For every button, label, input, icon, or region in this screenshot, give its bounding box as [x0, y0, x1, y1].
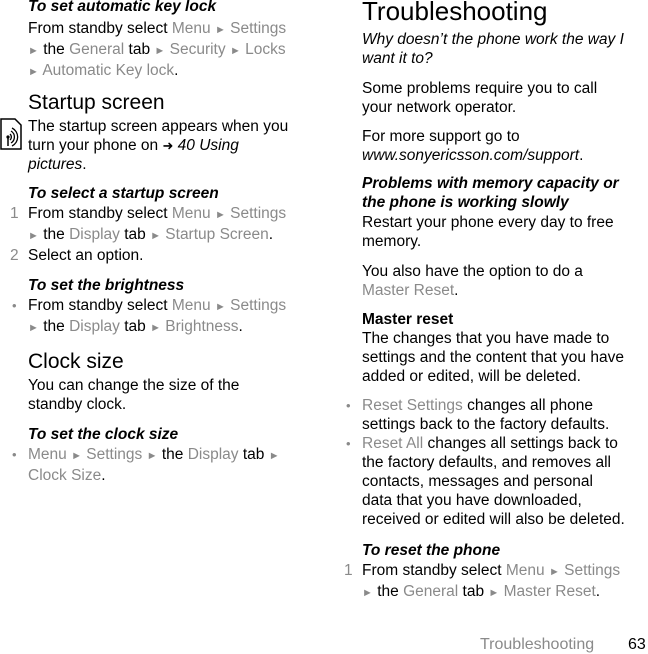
memory-section: Problems with memory capacity or the pho…: [362, 174, 648, 300]
arrow-icon: ►: [229, 45, 241, 57]
memory-body: Restart your phone every day to free mem…: [362, 214, 614, 250]
auto-key-lock-instructions: From standby select Menu ► Settings ► th…: [28, 20, 287, 79]
bullet-item: • From standby select Menu ► Settings ► …: [12, 297, 287, 335]
auto-key-lock-section: To set automatic key lock From standby s…: [28, 0, 328, 82]
menu-path-security: Security: [169, 41, 226, 58]
bullet-icon: •: [346, 398, 351, 413]
network-service-icon: [0, 118, 22, 150]
arrow-icon: ►: [71, 450, 82, 462]
arrow-icon: ►: [362, 587, 373, 599]
arrow-icon: ►: [488, 587, 500, 599]
faq-question: Why doesn’t the phone work the way I wan…: [362, 31, 624, 67]
arrow-icon: ►: [154, 45, 166, 57]
page-number: 63: [628, 636, 646, 653]
master-reset-link: Master Reset: [362, 282, 455, 299]
page-title: Troubleshooting: [362, 0, 548, 26]
startup-screen-body: The startup screen appears when you turn…: [28, 118, 289, 173]
step-number: 1: [10, 205, 19, 222]
arrow-icon: ►: [28, 45, 39, 57]
bullet-icon: •: [346, 436, 351, 451]
troubleshooting-section: Troubleshooting Why doesn’t the phone wo…: [362, 0, 648, 165]
step-number: 1: [344, 562, 353, 579]
bullet-icon: •: [12, 447, 17, 462]
arrow-icon: ►: [28, 322, 39, 334]
arrow-icon: ►: [214, 24, 226, 36]
clock-size-body: You can change the size of the standby c…: [28, 377, 240, 413]
menu-path-menu: Menu: [171, 20, 211, 37]
startup-screen-title: Startup screen: [28, 91, 165, 114]
reset-phone-section: To reset the phone 1 From standby select…: [344, 541, 648, 603]
reference-arrow-icon: ➜: [162, 138, 174, 153]
select-startup-heading: To select a startup screen: [28, 185, 219, 202]
menu-path-general: General: [69, 41, 125, 58]
arrow-icon: ►: [214, 301, 226, 313]
menu-path-locks: Locks: [245, 41, 286, 58]
master-reset-section: Master reset The changes that you have m…: [346, 310, 648, 529]
arrow-icon: ►: [28, 230, 39, 242]
operator-paragraph: Some problems require you to call your n…: [362, 80, 598, 116]
menu-path-settings: Settings: [230, 20, 287, 37]
arrow-icon: ►: [214, 209, 226, 221]
step-1: 1 From standby select Menu ► Settings ► …: [10, 205, 287, 243]
step-2: 2 Select an option.: [10, 247, 144, 264]
arrow-icon: ►: [548, 566, 560, 578]
startup-screen-section: Startup screen The startup screen appear…: [28, 91, 328, 174]
brightness-section: To set the brightness • From standby sel…: [12, 276, 328, 338]
arrow-icon: ►: [150, 230, 161, 242]
master-reset-heading: Master reset: [362, 311, 454, 328]
clock-size-section: Clock size You can change the size of th…: [12, 350, 328, 485]
master-reset-body: The changes that you have made to settin…: [362, 330, 624, 385]
auto-key-lock-heading: To set automatic key lock: [28, 0, 217, 15]
menu-path-automatic-key-lock: Automatic Key lock: [42, 62, 175, 79]
select-startup-section: To select a startup screen 1 From standb…: [10, 184, 328, 265]
bullet-item: • Menu ► Settings ► the Display tab ► Cl…: [12, 446, 280, 484]
step-number: 2: [10, 247, 19, 264]
step-1: 1 From standby select Menu ► Settings ► …: [344, 562, 621, 600]
clock-size-title: Clock size: [28, 350, 124, 373]
page-reference[interactable]: 40 Using: [178, 137, 239, 154]
arrow-icon: ►: [28, 66, 39, 78]
master-reset-option: You also have the option to do a Master …: [362, 263, 583, 299]
reset-phone-heading: To reset the phone: [362, 542, 501, 559]
memory-heading: Problems with memory capacity or the pho…: [362, 175, 619, 211]
arrow-icon: ►: [146, 450, 158, 462]
bullet-icon: •: [12, 298, 17, 313]
bullet-item-reset-settings: • Reset Settings changes all phone setti…: [346, 397, 610, 433]
support-paragraph: For more support go to www.sonyericsson.…: [362, 128, 584, 164]
footer-section-name: Troubleshooting: [480, 636, 595, 653]
bullet-item-reset-all: • Reset All changes all settings back to…: [346, 435, 625, 528]
support-url-link[interactable]: www.sonyericsson.com/support: [362, 147, 579, 164]
clock-size-heading: To set the clock size: [28, 426, 179, 443]
brightness-heading: To set the brightness: [28, 277, 185, 294]
arrow-icon: ►: [150, 322, 161, 334]
arrow-icon: ►: [268, 450, 280, 462]
